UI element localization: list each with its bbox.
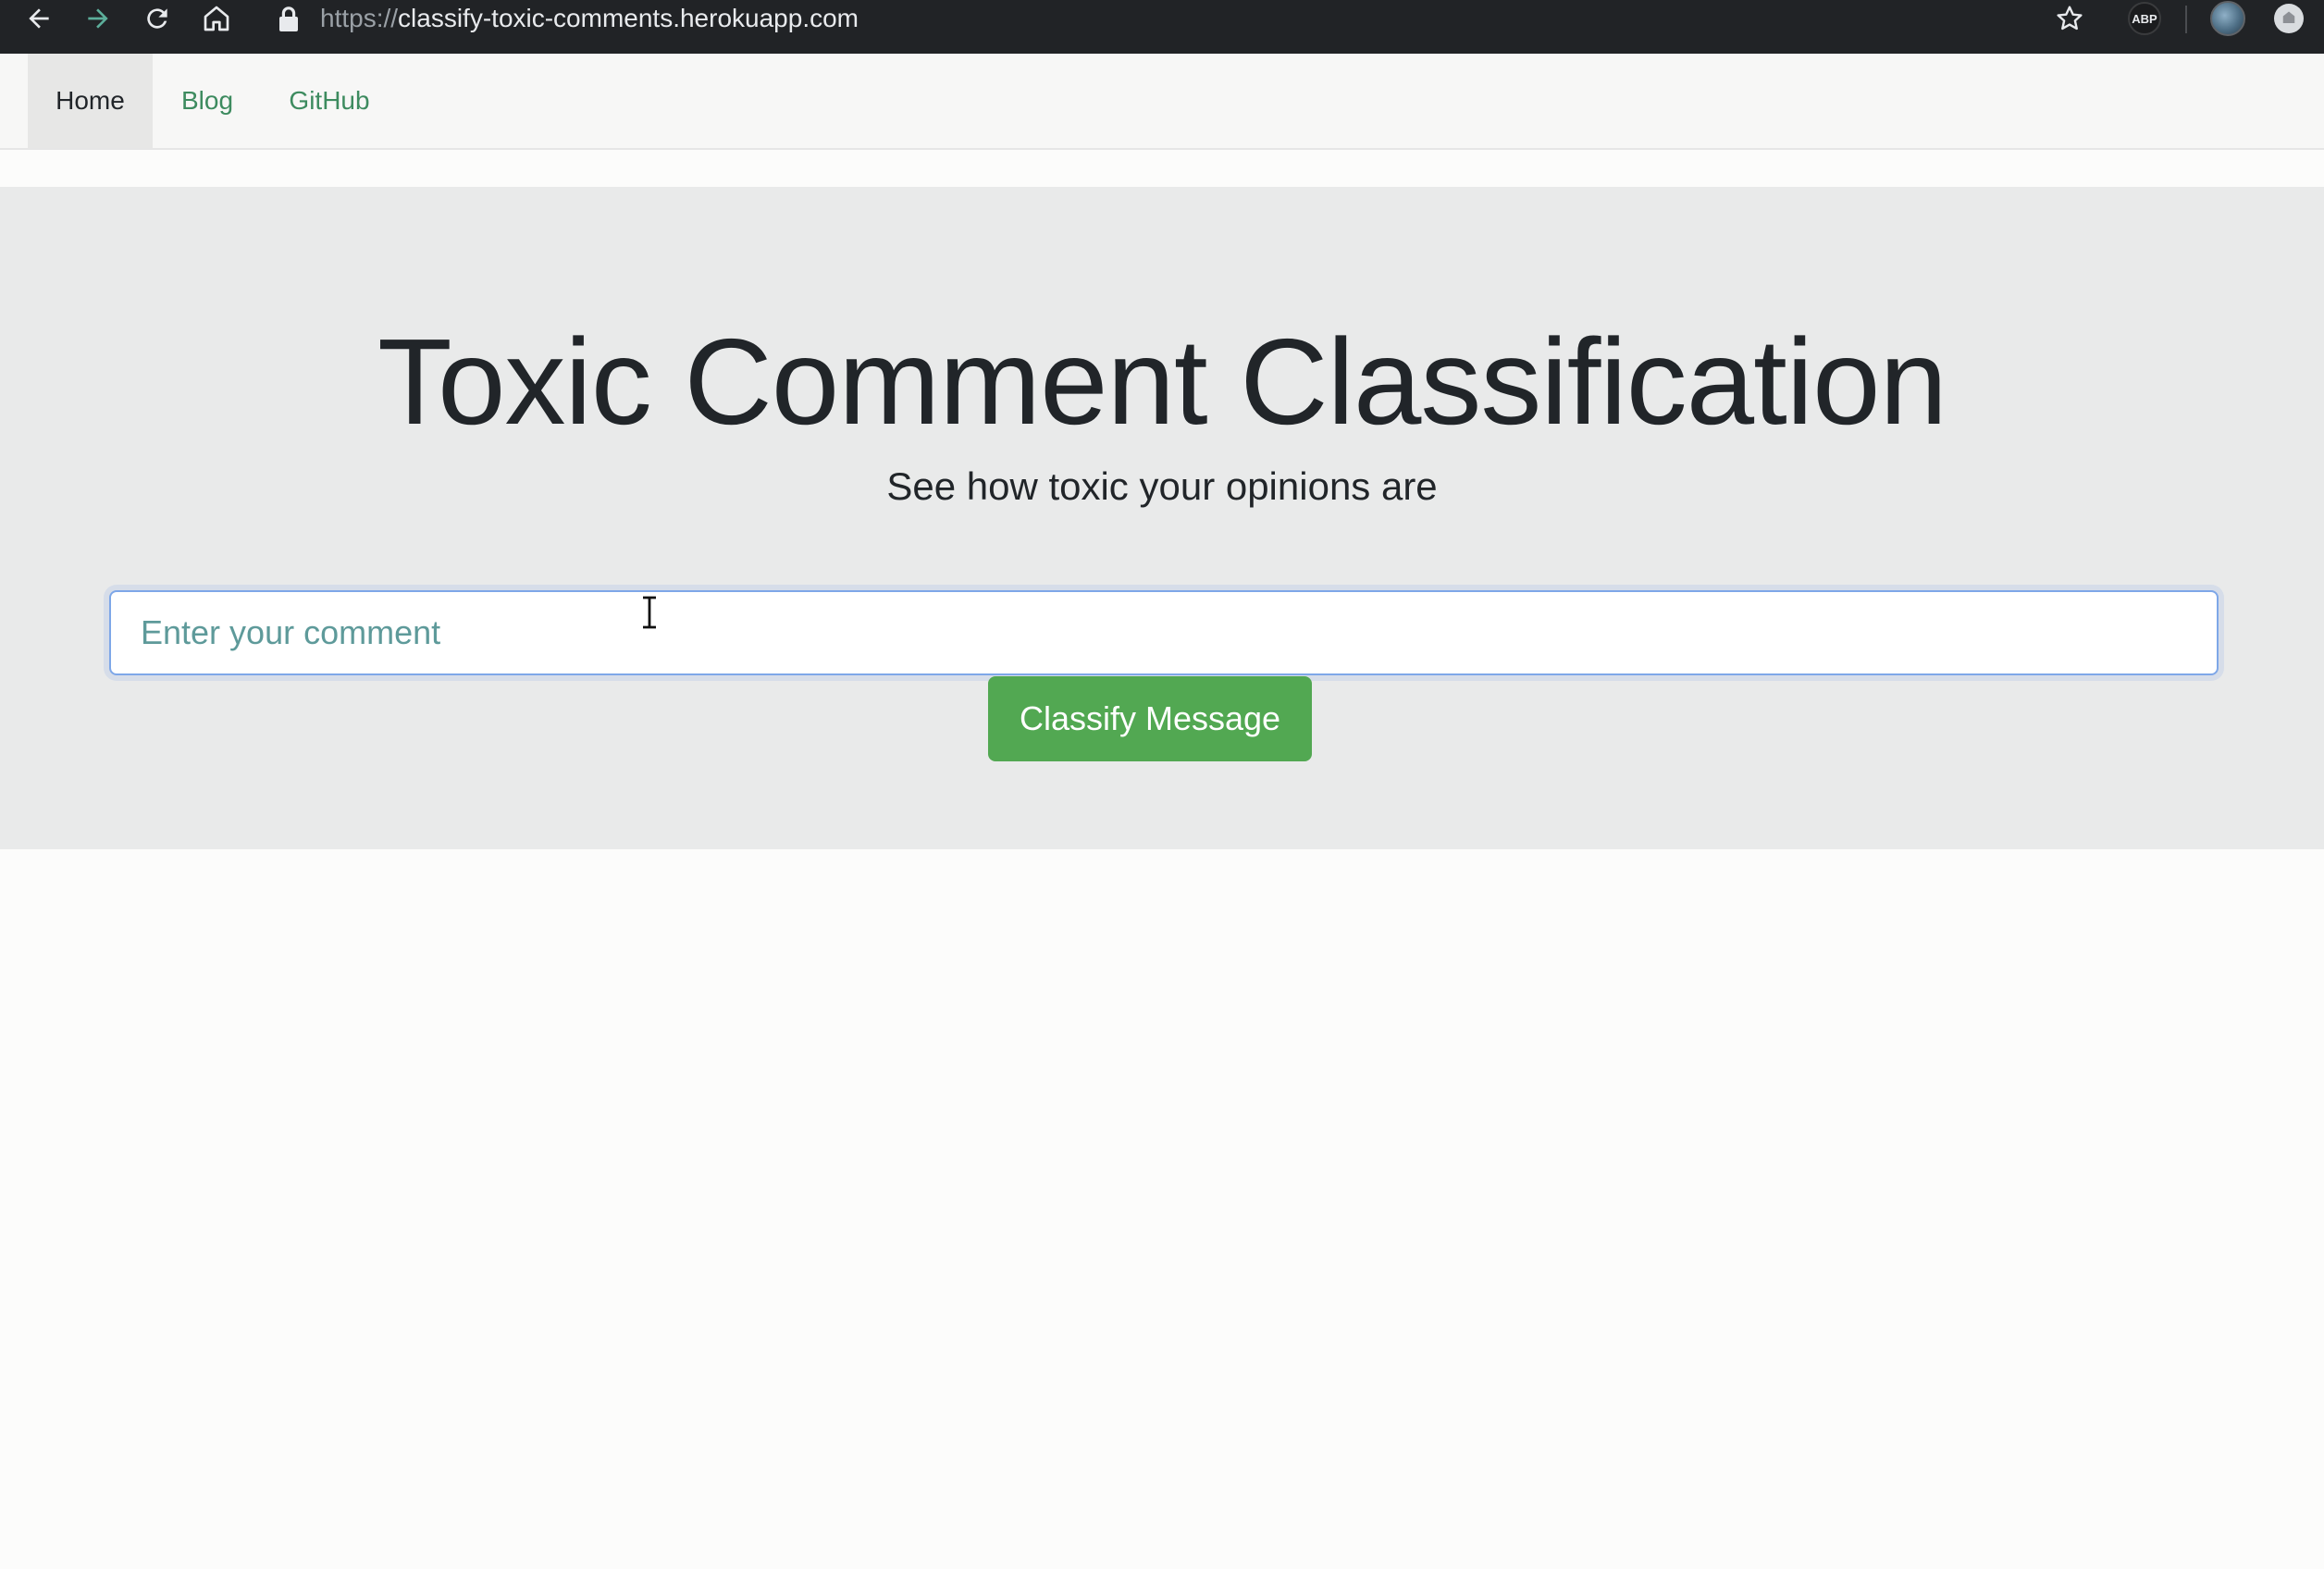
text-cursor-icon	[643, 596, 656, 629]
browser-toolbar: https://classify-toxic-comments.herokuap…	[0, 0, 2324, 54]
toolbar-divider	[2185, 6, 2187, 33]
reload-icon[interactable]	[135, 0, 179, 37]
comment-input[interactable]	[109, 590, 2219, 675]
page-title: Toxic Comment Classification	[377, 314, 1947, 450]
classify-message-button[interactable]: Classify Message	[988, 676, 1312, 761]
url-host: classify-toxic-comments.herokuapp.com	[398, 4, 859, 32]
profile-avatar[interactable]	[2207, 0, 2248, 37]
home-icon[interactable]	[194, 0, 239, 37]
abp-badge: ABP	[2128, 2, 2161, 35]
nav-github[interactable]: GitHub	[274, 54, 385, 148]
extension-badge	[2274, 4, 2304, 33]
nav-blog[interactable]: Blog	[167, 54, 248, 148]
back-arrow-icon[interactable]	[17, 0, 61, 37]
address-bar[interactable]: https://classify-toxic-comments.herokuap…	[320, 3, 859, 34]
star-icon[interactable]	[2049, 0, 2090, 37]
page-subtitle: See how toxic your opinions are	[886, 464, 1438, 508]
forward-arrow-icon[interactable]	[76, 0, 120, 37]
profile-image	[2210, 1, 2245, 36]
extension-icon[interactable]	[2268, 0, 2309, 37]
abp-icon[interactable]: ABP	[2126, 0, 2163, 37]
nav-home[interactable]: Home	[28, 54, 153, 148]
url-scheme: https://	[320, 4, 399, 32]
hero-section: Toxic Comment Classification See how tox…	[0, 187, 2324, 849]
lock-icon	[279, 6, 298, 31]
site-navbar: Home Blog GitHub	[0, 54, 2324, 150]
